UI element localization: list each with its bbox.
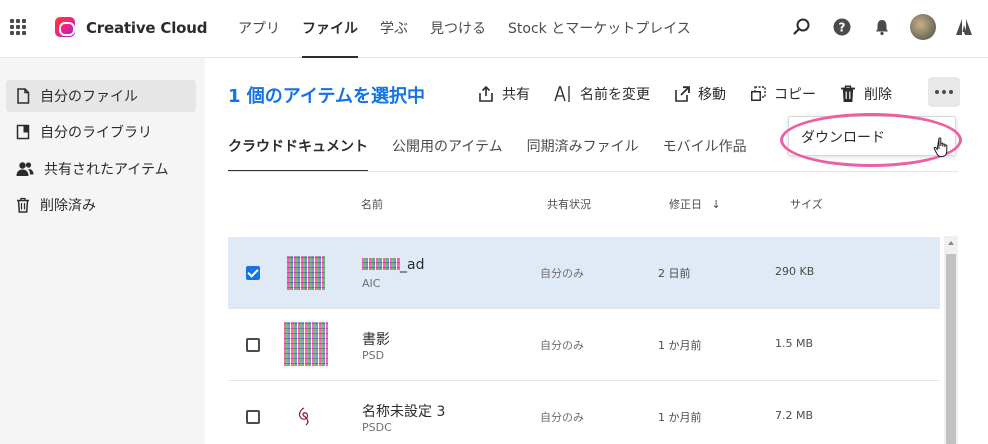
column-header-modified-label: 修正日 [669, 198, 702, 211]
tab-cloud-documents[interactable]: クラウドドキュメント [228, 130, 368, 172]
modified-date: 2 日前 [658, 267, 691, 280]
people-icon [16, 162, 34, 176]
search-icon[interactable] [790, 15, 814, 39]
file-thumbnail [287, 256, 325, 290]
table-row[interactable]: 名称未設定 3 PSDC 自分のみ 1 か月前 7.2 MB [228, 381, 940, 444]
rename-button[interactable]: 名前を変更 [554, 84, 650, 104]
file-thumbnail [298, 407, 309, 426]
tabs-divider [228, 171, 958, 172]
copy-icon [751, 86, 766, 101]
sidebar-item-label: 共有されたアイテム [44, 162, 169, 178]
file-type: PSDC [362, 421, 392, 434]
main-nav: アプリ ファイル 学ぶ 見つける Stock とマーケットプレイス [238, 0, 691, 58]
avatar[interactable] [910, 14, 936, 40]
copy-button[interactable]: コピー [750, 84, 816, 104]
help-icon[interactable]: ? [830, 15, 854, 39]
share-status: 自分のみ [540, 339, 584, 352]
sidebar-item-label: 自分のファイル [40, 89, 138, 105]
hand-cursor-icon [933, 137, 948, 157]
nav-learn[interactable]: 学ぶ [380, 0, 408, 58]
delete-label: 削除 [864, 87, 892, 103]
file-tabs: クラウドドキュメント 公開用のアイテム 同期済みファイル モバイル作品 [228, 130, 747, 172]
file-size: 290 KB [775, 265, 815, 278]
row-checkbox[interactable] [246, 338, 260, 352]
scroll-up-arrow-icon[interactable] [948, 241, 954, 245]
file-name-suffix: _ad [400, 257, 425, 273]
file-type: PSD [362, 349, 385, 362]
trash-icon [17, 197, 29, 213]
file-name: 書影 [362, 332, 390, 348]
file-name: 名称未設定 3 [362, 404, 446, 420]
trash-icon [841, 85, 855, 102]
file-size: 1.5 MB [775, 337, 814, 350]
move-label: 移動 [698, 87, 726, 103]
svg-text:?: ? [839, 21, 846, 35]
modified-date: 1 か月前 [658, 411, 702, 424]
library-icon [16, 124, 30, 140]
modified-date: 1 か月前 [658, 339, 702, 352]
file-thumbnail [284, 322, 328, 366]
bell-icon[interactable] [870, 15, 894, 39]
delete-button[interactable]: 削除 [840, 84, 892, 104]
sidebar-item-my-library[interactable]: 自分のライブラリ [6, 116, 196, 148]
file-type: AIC [362, 277, 381, 290]
app-switcher-icon[interactable] [10, 19, 26, 35]
creative-cloud-logo-icon [55, 17, 75, 37]
sidebar-item-my-files[interactable]: 自分のファイル [6, 80, 196, 112]
sidebar-item-label: 自分のライブラリ [40, 125, 152, 141]
row-checkbox[interactable] [246, 266, 260, 280]
share-label: 共有 [502, 87, 530, 103]
nav-stock-marketplace[interactable]: Stock とマーケットプレイス [508, 0, 691, 58]
file-icon [17, 88, 30, 104]
sidebar-item-deleted[interactable]: 削除済み [6, 189, 196, 221]
nav-apps[interactable]: アプリ [238, 0, 280, 58]
column-header-size[interactable]: サイズ [790, 196, 823, 212]
tab-published-items[interactable]: 公開用のアイテム [392, 130, 503, 172]
action-toolbar: 共有 名前を変更 移動 コピー 削除 [478, 80, 916, 108]
move-icon [675, 86, 690, 102]
nav-discover[interactable]: 見つける [430, 0, 486, 58]
ellipsis-icon [935, 90, 939, 94]
share-icon [479, 86, 493, 102]
column-header-modified[interactable]: 修正日 ↓ [669, 196, 721, 212]
nav-files[interactable]: ファイル [302, 0, 358, 58]
file-name: _ad [362, 257, 424, 273]
tab-synced-files[interactable]: 同期済みファイル [527, 130, 639, 172]
share-status: 自分のみ [540, 267, 584, 280]
top-right-controls: ? [790, 14, 976, 40]
brand-name: Creative Cloud [86, 19, 208, 37]
sort-arrow-icon: ↓ [711, 198, 721, 211]
column-header-name[interactable]: 名前 [361, 196, 383, 212]
copy-label: コピー [774, 87, 816, 103]
scrollbar-thumb[interactable] [946, 254, 956, 444]
rename-label: 名前を変更 [580, 87, 650, 103]
tab-mobile-creations[interactable]: モバイル作品 [663, 130, 747, 172]
share-button[interactable]: 共有 [478, 84, 530, 104]
share-status: 自分のみ [540, 411, 584, 424]
file-size: 7.2 MB [775, 409, 814, 422]
table-row[interactable]: _ad AIC 自分のみ 2 日前 290 KB [228, 237, 940, 309]
adobe-logo-icon[interactable] [952, 15, 976, 39]
move-button[interactable]: 移動 [674, 84, 726, 104]
rename-icon [554, 86, 570, 102]
sidebar: 自分のファイル 自分のライブラリ 共有されたアイテム 削除済み [0, 58, 205, 444]
row-checkbox[interactable] [246, 410, 260, 424]
column-header-share[interactable]: 共有状況 [547, 196, 591, 212]
sidebar-item-shared[interactable]: 共有されたアイテム [6, 153, 196, 185]
table-row[interactable]: 書影 PSD 自分のみ 1 か月前 1.5 MB [228, 309, 940, 381]
selection-count-title: 1 個のアイテムを選択中 [228, 86, 425, 107]
sidebar-item-label: 削除済み [40, 198, 96, 214]
more-actions-button[interactable] [928, 77, 960, 107]
redacted-name-segment [362, 258, 400, 270]
top-bar: Creative Cloud アプリ ファイル 学ぶ 見つける Stock とマ… [0, 0, 988, 58]
